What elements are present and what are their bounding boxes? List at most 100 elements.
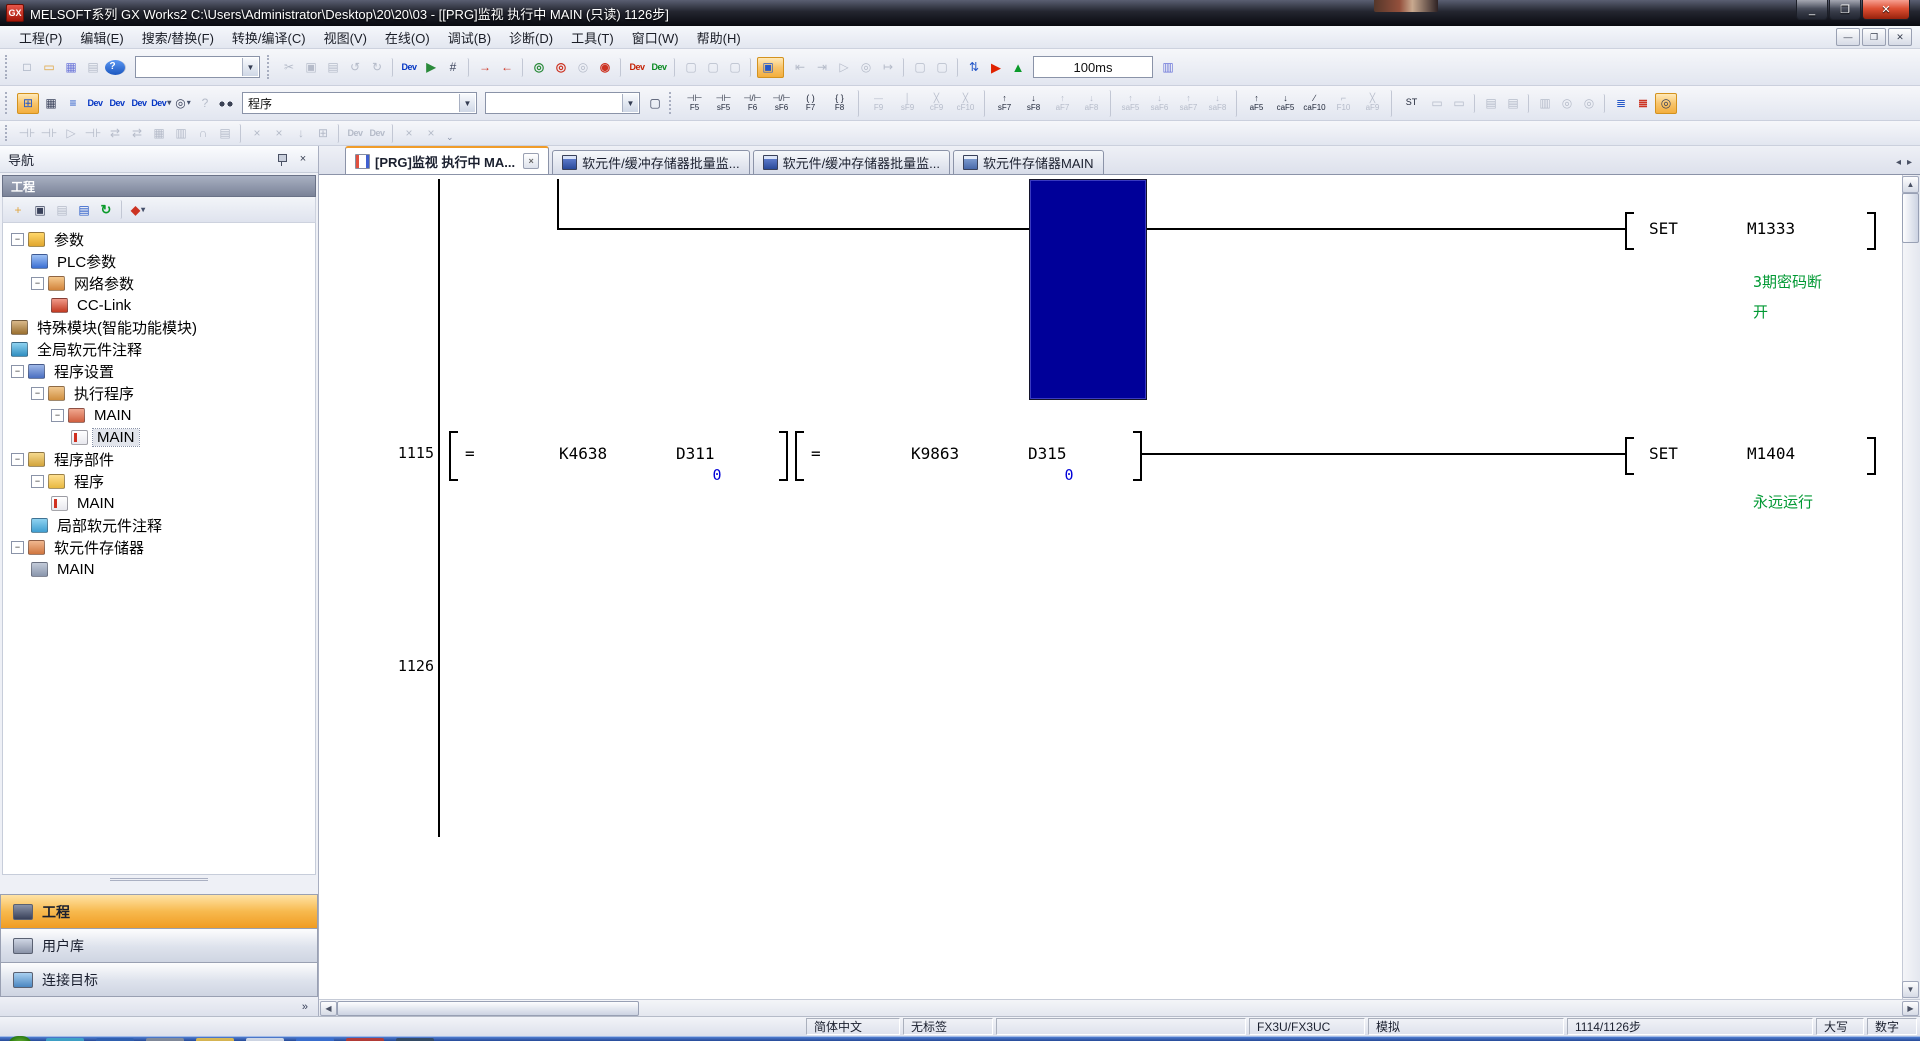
vertical-scrollbar[interactable]: ▲ ▼: [1902, 175, 1920, 999]
device-search-icon[interactable]: ◎: [173, 94, 193, 113]
sfc-transition-icon[interactable]: ⊣⊦: [83, 124, 103, 143]
filter-user-icon[interactable]: ◆: [128, 200, 148, 219]
document-find-icon[interactable]: ◎: [1557, 94, 1577, 113]
sfc-step2-icon[interactable]: ⊣⊦: [39, 124, 59, 143]
open-project-icon[interactable]: ▭: [39, 58, 59, 77]
chevron-down-icon[interactable]: ▼: [242, 58, 258, 76]
ladder-symbol-button[interactable]: ↓ aF8: [1078, 90, 1111, 117]
menu-item[interactable]: 编辑(E): [71, 26, 132, 49]
new-project-icon[interactable]: □: [17, 58, 37, 77]
tab-scroll-right-icon[interactable]: ▸: [1907, 157, 1912, 168]
skip-run-icon[interactable]: ◎: [856, 58, 876, 77]
monitor-pause-icon[interactable]: ◎: [573, 58, 593, 77]
ladder-symbol-button[interactable]: ↑ saF7: [1175, 90, 1202, 117]
simulation-run-icon[interactable]: ▶: [986, 58, 1006, 77]
hex-monitor-icon[interactable]: #: [443, 58, 469, 77]
tree-item[interactable]: − 执行程序: [3, 382, 315, 404]
ladder-symbol-button[interactable]: ⌐ F10: [1330, 90, 1357, 117]
device-display-icon[interactable]: Dev: [151, 94, 171, 113]
document-view-icon[interactable]: ▥: [1535, 94, 1555, 113]
expander-icon[interactable]: −: [11, 453, 24, 466]
tree-item[interactable]: PLC参数: [3, 250, 315, 272]
device-comment-write-icon[interactable]: Dev: [399, 58, 419, 77]
quick-access-combobox[interactable]: ▼: [135, 56, 260, 78]
save-project-icon[interactable]: ▦: [61, 58, 81, 77]
pin-icon[interactable]: [277, 153, 288, 166]
tree-item[interactable]: MAIN: [3, 426, 315, 448]
statement-edit-icon[interactable]: ▭: [1449, 94, 1475, 113]
compare-dest[interactable]: D311: [676, 446, 715, 462]
expander-icon[interactable]: −: [31, 277, 44, 290]
secondary-combobox[interactable]: ▼: [485, 92, 640, 114]
sfc-tool-icon[interactable]: ×: [399, 124, 419, 143]
compare-source[interactable]: K4638: [559, 446, 607, 462]
tree-item[interactable]: MAIN: [3, 558, 315, 580]
wire-edit-icon[interactable]: ≣: [1633, 94, 1653, 113]
tree-item[interactable]: − 程序: [3, 470, 315, 492]
menu-item[interactable]: 诊断(D): [500, 26, 562, 49]
menu-item[interactable]: 在线(O): [376, 26, 439, 49]
partial-run-icon[interactable]: ↦: [878, 58, 904, 77]
sfc-filter-icon[interactable]: ↓: [291, 124, 311, 143]
ladder-symbol-button[interactable]: ↑ saF5: [1117, 90, 1144, 117]
plc-write-icon[interactable]: →: [475, 58, 495, 77]
ladder-symbol-button[interactable]: ╳ cF9: [923, 90, 950, 117]
sfc-block2-icon[interactable]: ⇄: [127, 124, 147, 143]
coil-instruction[interactable]: SET: [1649, 446, 1678, 462]
device-batch-icon[interactable]: Dev: [649, 58, 675, 77]
cut-icon[interactable]: ✂: [279, 58, 299, 77]
monitor-stop-icon[interactable]: ◎: [551, 58, 571, 77]
document-tab[interactable]: 软元件/缓冲存储器批量监...: [753, 150, 950, 174]
coil-device[interactable]: M1404: [1747, 446, 1795, 462]
ladder-monitor-icon[interactable]: ▶: [421, 58, 441, 77]
toolbar-grip[interactable]: [5, 125, 11, 141]
tree-item[interactable]: − 程序设置: [3, 360, 315, 382]
sfc-dev2-icon[interactable]: Dev: [367, 124, 393, 143]
ladder-symbol-button[interactable]: ↑ aF7: [1049, 90, 1076, 117]
ladder-symbol-button[interactable]: ↓ saF6: [1146, 90, 1173, 117]
sfc-checklist-icon[interactable]: ▤: [215, 124, 241, 143]
sfc-zoom-icon[interactable]: ▦: [149, 124, 169, 143]
sfc-step-icon[interactable]: ⊣⊦: [17, 124, 37, 143]
monitor-write-icon[interactable]: ◉: [595, 58, 621, 77]
horizontal-scrollbar[interactable]: ◀ ▶: [319, 999, 1920, 1016]
tree-item[interactable]: 特殊模块(智能功能模块): [3, 316, 315, 338]
toolbar-grip[interactable]: [669, 92, 675, 114]
note-batch-icon[interactable]: ▤: [1503, 94, 1529, 113]
device-tree-icon[interactable]: Dev: [129, 94, 149, 113]
tree-item[interactable]: CC-Link: [3, 294, 315, 316]
item-info-icon[interactable]: ▤: [74, 200, 94, 219]
copy-icon[interactable]: ▣: [301, 58, 321, 77]
expander-icon[interactable]: −: [31, 475, 44, 488]
monitor-start-icon[interactable]: ◎: [529, 58, 549, 77]
mdi-minimize-button[interactable]: —: [1836, 28, 1860, 46]
close-icon[interactable]: ×: [296, 152, 310, 166]
tree-item[interactable]: 局部软元件注释: [3, 514, 315, 536]
statement-batch-icon[interactable]: ▤: [1481, 94, 1501, 113]
break-set-icon[interactable]: ▢: [910, 58, 930, 77]
navigation-view-button[interactable]: 用户库: [0, 928, 318, 962]
check-program-icon[interactable]: ▲: [1008, 58, 1028, 77]
zoom-active-icon[interactable]: ◎: [1655, 93, 1677, 114]
ladder-symbol-button[interactable]: ╳ aF9: [1359, 90, 1392, 117]
sfc-grid-icon[interactable]: ⊞: [313, 124, 339, 143]
ladder-symbol-button[interactable]: ( ) F7: [797, 90, 824, 117]
document-tab[interactable]: [PRG]监视 执行中 MA... ×: [345, 146, 549, 174]
toolbar-overflow-icon[interactable]: ⌄: [446, 132, 454, 145]
program-selector-combobox[interactable]: 程序▼: [242, 92, 477, 114]
navigation-view-button[interactable]: 连接目标: [0, 962, 318, 996]
sfc-dev-icon[interactable]: Dev: [345, 124, 365, 143]
sfc-sort-icon[interactable]: ▥: [171, 124, 191, 143]
coil-device[interactable]: M1333: [1747, 221, 1795, 237]
ladder-symbol-button[interactable]: ↓ caF5: [1272, 90, 1299, 117]
tree-item[interactable]: − 程序部件: [3, 448, 315, 470]
copy-item-icon[interactable]: ▣: [30, 200, 50, 219]
program-transfer-icon[interactable]: ▥: [1158, 58, 1178, 77]
sfc-wrench2-icon[interactable]: ×: [269, 124, 289, 143]
device-test-icon[interactable]: Dev: [627, 58, 647, 77]
document-tab[interactable]: 软元件存储器MAIN: [953, 150, 1104, 174]
ladder-symbol-button[interactable]: ↓ saF8: [1204, 90, 1237, 117]
vertical-scroll-thumb[interactable]: [1902, 193, 1919, 243]
ladder-symbol-button[interactable]: ST: [1398, 90, 1425, 117]
menu-item[interactable]: 工具(T): [562, 26, 623, 49]
